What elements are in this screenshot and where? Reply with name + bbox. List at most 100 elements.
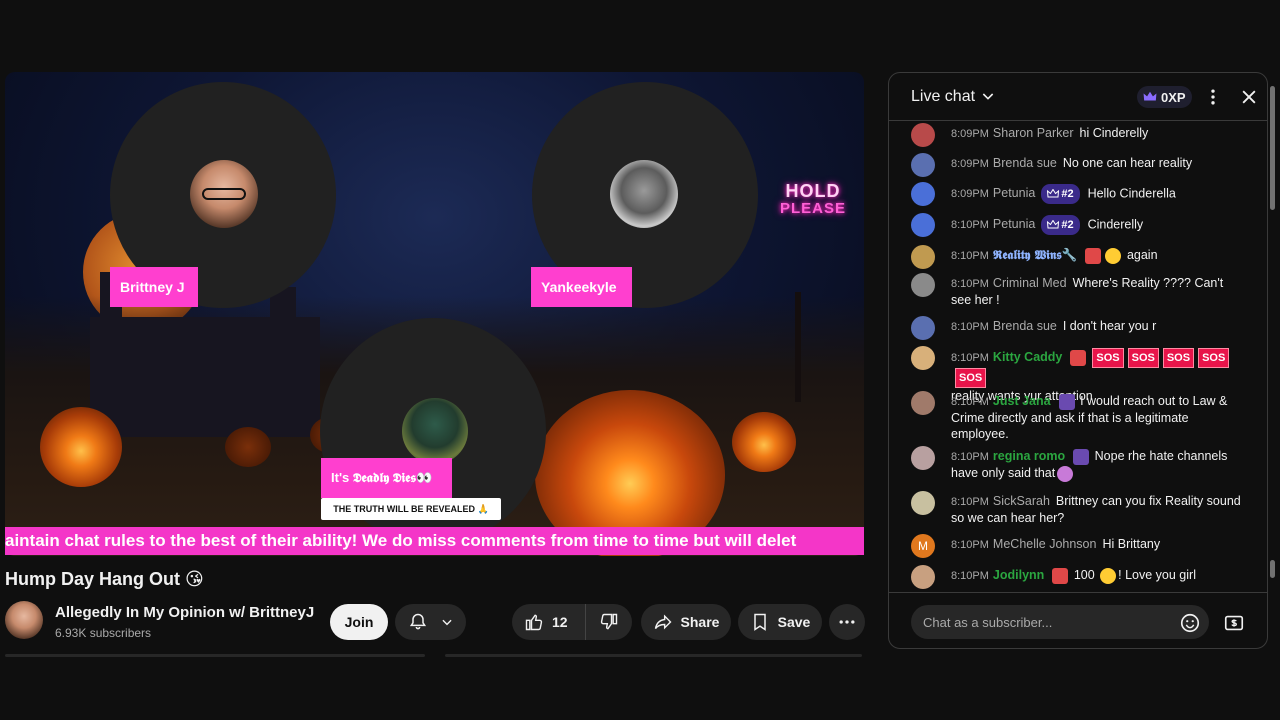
- description-edge: [445, 654, 862, 657]
- save-label: Save: [777, 614, 811, 630]
- chat-header: Live chat 0XP: [889, 73, 1267, 121]
- message-time: 8:10PM: [951, 451, 989, 463]
- author-avatar[interactable]: [911, 565, 935, 589]
- message-author[interactable]: Brenda sue: [993, 319, 1057, 333]
- message-author[interactable]: Kitty Caddy: [993, 350, 1062, 364]
- member-badge-icon: [1085, 247, 1102, 264]
- rank-value: #2: [1061, 188, 1074, 200]
- author-avatar[interactable]: [911, 391, 935, 415]
- bookmark-icon: [753, 613, 766, 631]
- message-author[interactable]: Sharon Parker: [993, 126, 1074, 140]
- chat-message-list[interactable]: 8:09PM Sharon Parker hi Cinderelly 8:09PM B…: [889, 121, 1267, 591]
- author-avatar[interactable]: [911, 491, 935, 515]
- message-text: hi Cinderelly: [1079, 126, 1149, 140]
- live-chat-panel: Live chat 0XP 8:09PM Sharon Parker hi Cind…: [888, 72, 1268, 649]
- kebab-menu-icon[interactable]: [1203, 87, 1223, 107]
- participant-avatar: [402, 398, 468, 464]
- sos-emoji: SOS: [955, 368, 987, 388]
- scrollbar-thumb[interactable]: [1270, 86, 1275, 210]
- message-text: Hi Brittany: [1102, 537, 1161, 551]
- message-text: No one can hear reality: [1062, 156, 1193, 170]
- member-badge-icon: [1052, 567, 1069, 584]
- message-author[interactable]: SickSarah: [993, 494, 1050, 508]
- emoji-icon[interactable]: [1179, 612, 1201, 634]
- participant-subtitle: THE TRUTH WILL BE REVEALED 🙏: [321, 498, 501, 520]
- chat-message: 8:10PM Jodilynn 100 ! Love you girl: [911, 565, 1241, 589]
- message-text: again: [1126, 248, 1158, 262]
- share-button[interactable]: Share: [641, 604, 731, 640]
- subscriber-count: 6.93K subscribers: [55, 626, 152, 640]
- like-count: 12: [552, 614, 568, 630]
- page: HOLD PLEASE Brittney J Yankeekyle It's 𝕯…: [0, 0, 1280, 720]
- more-actions-button[interactable]: [829, 604, 865, 640]
- sad-face-emoji-icon: [1105, 247, 1122, 264]
- message-text: Cinderelly: [1087, 217, 1144, 232]
- glasses-graphic: [202, 188, 246, 200]
- author-avatar[interactable]: M: [911, 534, 935, 558]
- participant-avatar: [610, 160, 678, 228]
- chat-message: 8:10PM 𝕽𝖊𝖆𝖑𝖎𝖙𝖞 𝖂𝖎𝖓𝖘🔧 again: [911, 245, 1241, 269]
- author-avatar[interactable]: [911, 245, 935, 269]
- thumbs-down-icon: [600, 613, 618, 630]
- super-chat-icon[interactable]: [1223, 612, 1245, 634]
- crown-icon: [1047, 189, 1060, 198]
- participant-name-tag: Brittney J: [110, 267, 198, 307]
- scrollbar-thumb[interactable]: [1270, 560, 1275, 578]
- participant-name-tag: It's 𝕯𝖊𝖆𝖉𝖑𝖞 𝕯𝖎𝖊𝖘👀: [321, 458, 452, 498]
- author-avatar[interactable]: [911, 316, 935, 340]
- message-author[interactable]: regina romo: [993, 449, 1065, 463]
- author-avatar[interactable]: [911, 123, 935, 147]
- author-avatar[interactable]: [911, 446, 935, 470]
- dislike-button[interactable]: [586, 604, 632, 640]
- message-time: 8:10PM: [951, 396, 989, 408]
- author-avatar[interactable]: [911, 346, 935, 370]
- message-author[interactable]: Petunia: [993, 186, 1035, 200]
- jack-o-lantern-graphic: [40, 407, 122, 487]
- xp-badge[interactable]: 0XP: [1137, 86, 1192, 108]
- message-author[interactable]: Jodilynn: [993, 568, 1044, 582]
- message-author[interactable]: Just Jana: [993, 394, 1051, 408]
- join-button[interactable]: Join: [330, 604, 388, 640]
- chat-title[interactable]: Live chat: [911, 88, 975, 106]
- share-label: Share: [680, 614, 720, 630]
- chat-message: 8:10PM SickSarah Brittney can you fix Real…: [911, 491, 1241, 526]
- chat-message: 8:10PM Petunia #2 Cinderelly: [911, 213, 1241, 237]
- author-avatar[interactable]: [911, 273, 935, 297]
- channel-avatar[interactable]: [5, 601, 43, 639]
- hold-please-sign: HOLD PLEASE: [765, 182, 861, 218]
- share-icon: [654, 614, 672, 630]
- message-time: 8:10PM: [951, 496, 989, 508]
- message-author[interactable]: MeChelle Johnson: [993, 537, 1097, 551]
- chat-input[interactable]: [911, 605, 1209, 639]
- message-author[interactable]: Criminal Med: [993, 276, 1067, 290]
- close-icon[interactable]: [1239, 87, 1259, 107]
- message-time: 8:10PM: [951, 352, 989, 364]
- channel-name[interactable]: Allegedly In My Opinion w/ BrittneyJ: [55, 604, 314, 621]
- message-time: 8:10PM: [951, 250, 989, 262]
- message-time: 8:10PM: [951, 539, 989, 551]
- message-text: 100: [1073, 568, 1095, 582]
- shrug-emoji-icon: [1057, 465, 1074, 482]
- author-avatar[interactable]: [911, 182, 935, 206]
- message-time: 8:09PM: [951, 188, 989, 201]
- message-author[interactable]: Brenda sue: [993, 156, 1057, 170]
- notification-bell-button[interactable]: [395, 604, 466, 640]
- message-author[interactable]: 𝕽𝖊𝖆𝖑𝖎𝖙𝖞 𝖂𝖎𝖓𝖘🔧: [993, 247, 1078, 262]
- chevron-down-icon[interactable]: [980, 88, 996, 104]
- chat-message: 8:10PM Criminal Med Where's Reality ???? C…: [911, 273, 1241, 308]
- save-button[interactable]: Save: [738, 604, 822, 640]
- author-avatar[interactable]: [911, 153, 935, 177]
- message-author[interactable]: Petunia: [993, 217, 1035, 231]
- like-button[interactable]: 12: [512, 604, 586, 640]
- thumbs-up-icon: [525, 614, 543, 631]
- message-time: 8:10PM: [951, 321, 989, 333]
- message-time: 8:10PM: [951, 278, 989, 290]
- rank-value: #2: [1061, 219, 1074, 231]
- message-time: 8:10PM: [951, 570, 989, 582]
- author-avatar[interactable]: [911, 213, 935, 237]
- participant-avatar: [190, 160, 258, 228]
- page-scrollbar[interactable]: [1269, 72, 1276, 658]
- chevron-down-icon: [441, 619, 452, 626]
- rank-badge: #2: [1041, 184, 1080, 204]
- chat-message: 8:09PM Petunia #2 Hello Cinderella: [911, 182, 1241, 206]
